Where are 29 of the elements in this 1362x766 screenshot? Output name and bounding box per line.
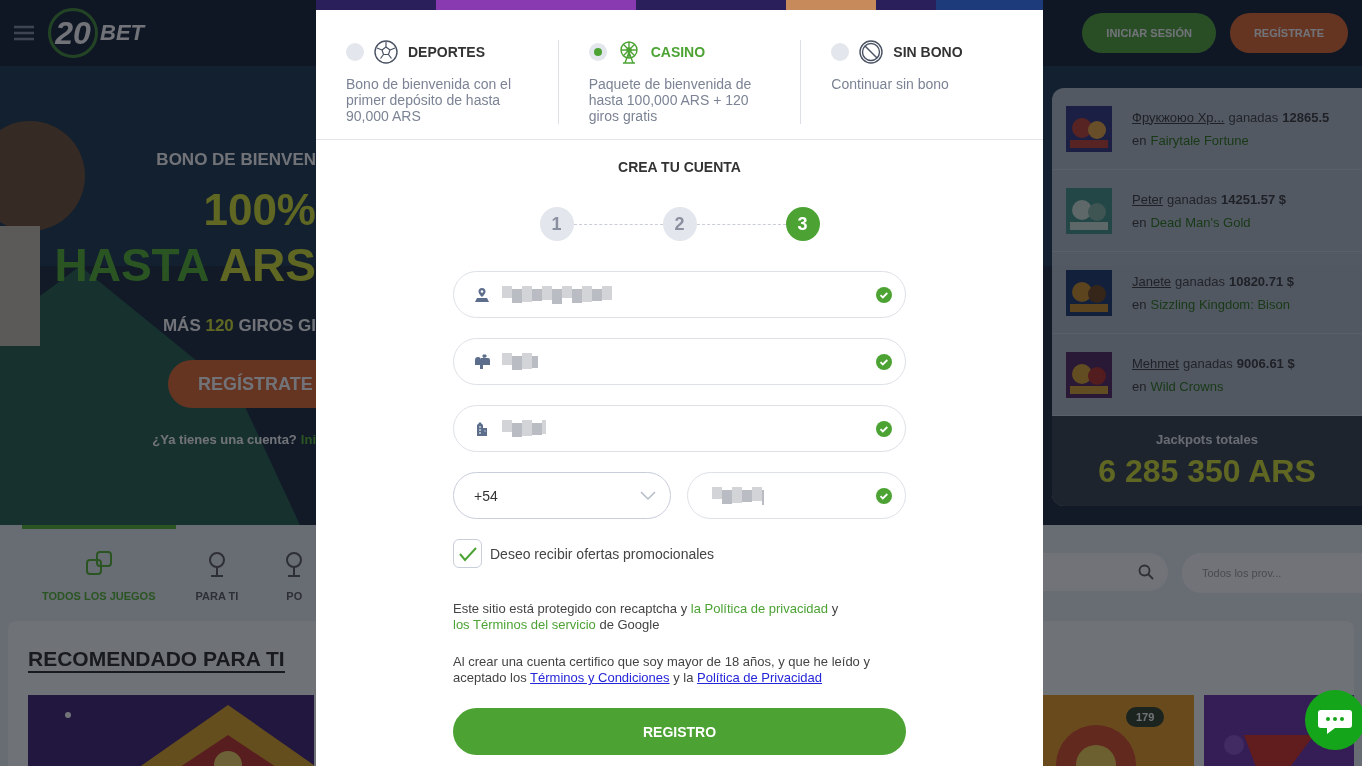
- search-icon: [1138, 564, 1154, 580]
- register-button[interactable]: REGÍSTRATE: [1229, 13, 1348, 53]
- checkbox-label: Deseo recibir ofertas promocionales: [490, 545, 715, 562]
- bonus-title: CASINO: [650, 44, 706, 60]
- radio-button[interactable]: [588, 43, 607, 61]
- logo-word: BET: [100, 20, 144, 46]
- menu-icon[interactable]: [14, 25, 34, 41]
- login-button[interactable]: INICIAR SESIÓN: [1082, 13, 1216, 53]
- chat-button[interactable]: [1305, 690, 1362, 750]
- bonus-title: SIN BONO: [893, 44, 963, 60]
- terms-link[interactable]: Política de Privacidad: [697, 670, 823, 685]
- radio-button[interactable]: [346, 43, 364, 61]
- terms-link[interactable]: Términos y Condiciones: [530, 670, 670, 685]
- soccer-ball-icon: [374, 40, 398, 64]
- player-count-badge: 179: [1126, 707, 1165, 727]
- radio-button[interactable]: [831, 43, 850, 61]
- privacy-link[interactable]: los Términos del servicio: [453, 617, 596, 632]
- prohibited-icon: [859, 40, 884, 64]
- register-button[interactable]: REGISTRO: [453, 708, 906, 755]
- consent-notice: Al crear una cuenta certifico que soy mayor de 18 años, y que he leído y aceptado los Términos y Condiciones y la Política de Privacidad: [453, 654, 871, 686]
- bonus-title: DEPORTES: [408, 44, 485, 60]
- privacy-link[interactable]: la Política de privacidad: [690, 601, 829, 616]
- recaptcha-notice: Este sitio está protegido con recaptcha y la Política de privacidad y los Términos del servicio de Google: [453, 601, 840, 633]
- checkbox[interactable]: [453, 539, 482, 568]
- category-tab[interactable]: PARA TI: [175, 525, 259, 621]
- section-title: RECOMENDADO PARA TI: [28, 647, 285, 673]
- check-icon: [458, 545, 477, 562]
- logo-number: 20: [48, 8, 98, 58]
- category-tab[interactable]: PO: [258, 525, 331, 621]
